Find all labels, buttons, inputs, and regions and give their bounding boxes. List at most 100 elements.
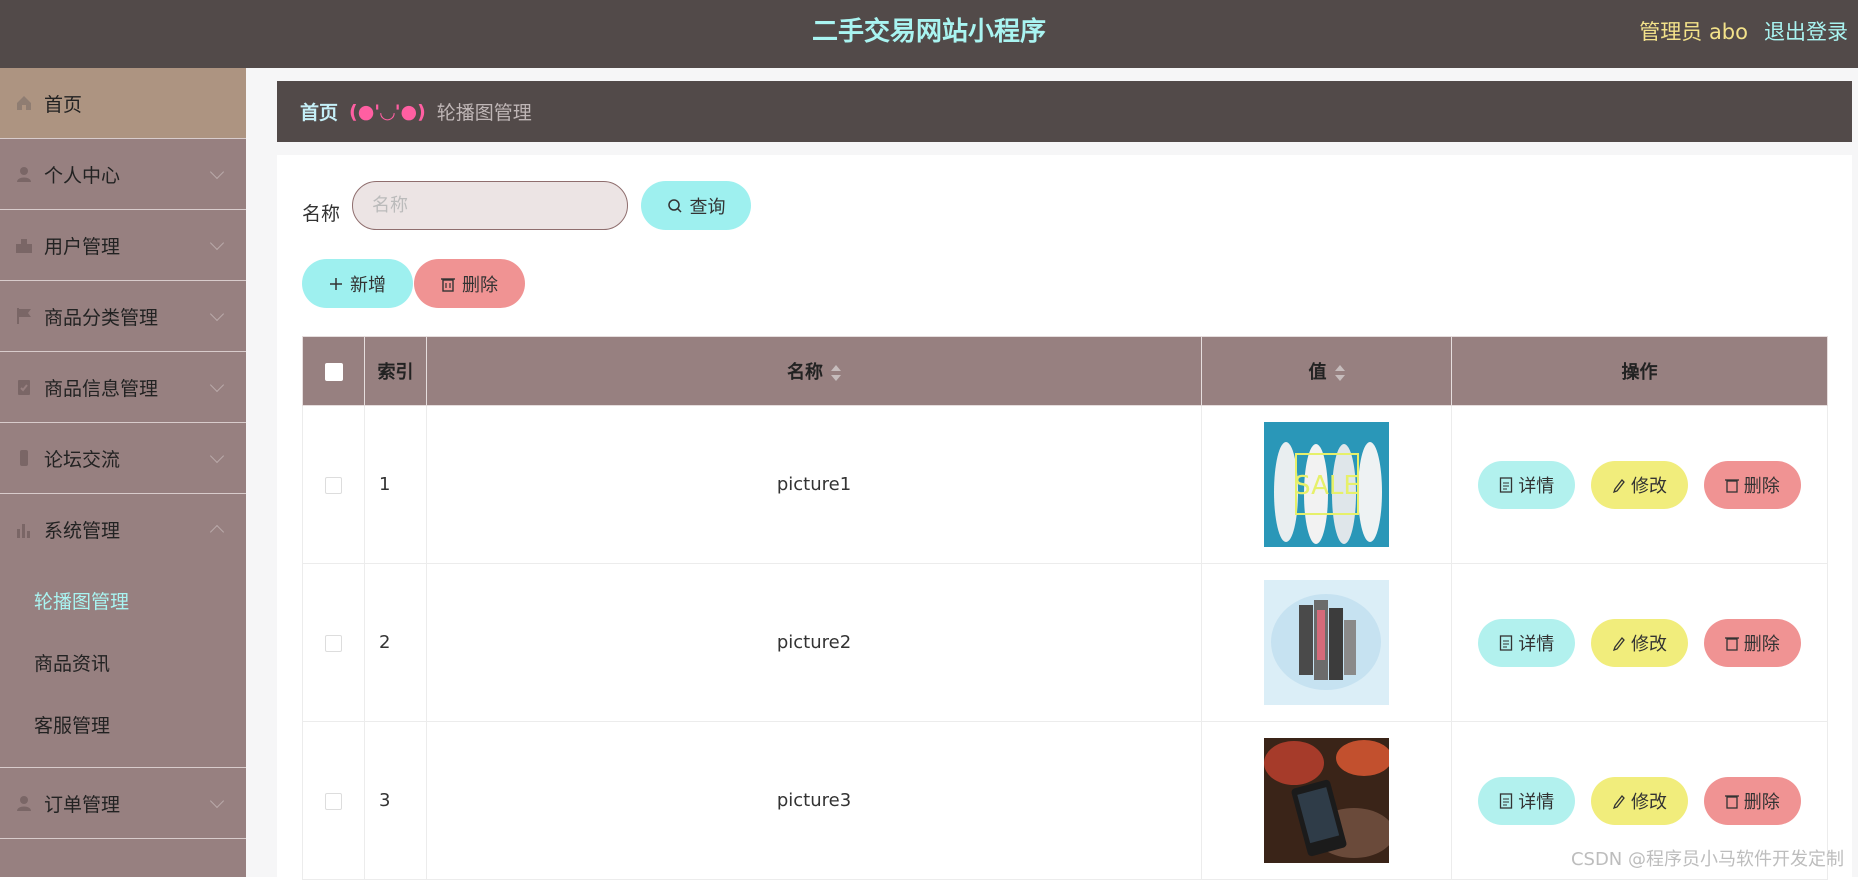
chevron-down-icon xyxy=(209,448,225,464)
sidebar: 首页 个人中心 用户管理 商品分类管理 商品信息管理 论坛交流 系统管理 轮播图… xyxy=(0,68,246,877)
sidebar-item-label: 首页 xyxy=(44,93,83,116)
delete-label: 删除 xyxy=(1743,791,1780,813)
edit-icon xyxy=(1612,793,1626,809)
user-icon xyxy=(14,164,34,184)
sidebar-item-label: 系统管理 xyxy=(44,520,121,542)
add-button-label: 新增 xyxy=(350,274,386,296)
document-icon xyxy=(1499,476,1513,493)
sidebar-item-label: 订单管理 xyxy=(44,793,121,816)
trash-icon xyxy=(1724,793,1739,809)
trash-icon xyxy=(1724,635,1739,651)
breadcrumb-home[interactable]: 首页 xyxy=(300,98,338,125)
sidebar-item-profile[interactable]: 个人中心 xyxy=(0,139,246,210)
sidebar-item-system[interactable]: 系统管理 xyxy=(0,494,246,565)
sidebar-item-category[interactable]: 商品分类管理 xyxy=(0,281,246,352)
sidebar-item-label: 用户管理 xyxy=(44,235,121,258)
edit-icon xyxy=(1612,635,1626,651)
detail-button[interactable]: 详情 xyxy=(1478,776,1576,825)
sidebar-item-label: 论坛交流 xyxy=(44,448,121,471)
breadcrumb: 首页 (●'◡'●) 轮播图管理 xyxy=(277,81,1852,142)
delete-label: 删除 xyxy=(1743,475,1780,497)
select-all-checkbox[interactable] xyxy=(324,362,343,381)
search-icon xyxy=(667,198,683,214)
watermark: CSDN @程序员小马软件开发定制 xyxy=(1570,849,1844,870)
row-index: 3 xyxy=(364,721,427,880)
detail-label: 详情 xyxy=(1518,475,1555,497)
delete-button[interactable]: 删除 xyxy=(1703,776,1801,825)
svg-text:SALE: SALE xyxy=(1294,471,1360,501)
sort-icon[interactable] xyxy=(831,365,841,381)
phone-icon xyxy=(14,448,34,468)
edit-icon xyxy=(1612,477,1626,493)
row-checkbox-cell xyxy=(302,405,365,564)
row-checkbox[interactable] xyxy=(325,634,342,652)
query-button[interactable]: 查询 xyxy=(641,181,751,230)
document-icon xyxy=(1499,792,1513,809)
query-button-label: 查询 xyxy=(689,196,726,218)
phone-photo-image[interactable] xyxy=(1264,738,1389,863)
sidebar-subitem-service[interactable]: 客服管理 xyxy=(0,695,246,757)
table-header-row: 索引 名称 值 操作 xyxy=(302,336,1828,406)
row-name: picture3 xyxy=(426,721,1202,880)
breadcrumb-separator: (●'◡'●) xyxy=(349,100,426,123)
header-index: 索引 xyxy=(364,336,427,406)
sidebar-item-forum[interactable]: 论坛交流 xyxy=(0,423,246,494)
edit-label: 修改 xyxy=(1631,633,1667,655)
sidebar-item-label: 商品信息管理 xyxy=(44,377,159,400)
sidebar-item-label: 商品分类管理 xyxy=(44,306,159,329)
app-title: 二手交易网站小程序 xyxy=(811,17,1046,47)
header-ops: 操作 xyxy=(1451,336,1828,406)
row-name: picture2 xyxy=(426,563,1202,722)
detail-button[interactable]: 详情 xyxy=(1478,460,1576,509)
batch-delete-button[interactable]: 删除 xyxy=(414,259,525,308)
chevron-down-icon xyxy=(209,306,225,322)
sidebar-item-goods[interactable]: 商品信息管理 xyxy=(0,352,246,423)
trash-icon xyxy=(441,276,455,292)
row-ops-cell: 详情 修改 删除 xyxy=(1451,405,1828,564)
sidebar-subitem-news[interactable]: 商品资讯 xyxy=(0,633,246,695)
sidebar-item-home[interactable]: 首页 xyxy=(0,68,246,139)
phones-banner-image[interactable] xyxy=(1264,580,1389,705)
plus-icon xyxy=(329,277,343,291)
add-button[interactable]: 新增 xyxy=(302,259,413,308)
search-input[interactable]: 名称 xyxy=(352,181,628,230)
row-ops-cell: 详情 修改 删除 xyxy=(1451,563,1828,722)
data-table: 索引 名称 值 操作 1 picture1 SALE 详情 修改 删除 2 pi… xyxy=(302,336,1828,880)
home-icon xyxy=(14,93,34,113)
delete-button[interactable]: 删除 xyxy=(1703,618,1801,667)
document-icon xyxy=(1499,634,1513,651)
chevron-down-icon xyxy=(209,793,225,809)
detail-button[interactable]: 详情 xyxy=(1478,618,1576,667)
chart-icon xyxy=(14,520,34,540)
edit-button[interactable]: 修改 xyxy=(1591,460,1688,509)
chevron-down-icon xyxy=(209,377,225,393)
sale-banner-image[interactable]: SALE xyxy=(1264,422,1389,547)
edit-button[interactable]: 修改 xyxy=(1591,618,1688,667)
row-image-cell xyxy=(1201,721,1452,880)
main-area: 首页 (●'◡'●) 轮播图管理 名称 名称 查询 新增 删除 索引 名称 值 … xyxy=(246,68,1858,880)
row-checkbox[interactable] xyxy=(325,792,342,810)
sidebar-item-label: 个人中心 xyxy=(44,164,121,187)
trash-icon xyxy=(1724,477,1739,493)
logout-link[interactable]: 退出登录 xyxy=(1764,0,1848,64)
delete-button[interactable]: 删除 xyxy=(1703,460,1801,509)
header-name[interactable]: 名称 xyxy=(426,336,1202,406)
content-panel: 名称 名称 查询 新增 删除 索引 名称 值 操作 1 picture1 SAL… xyxy=(277,155,1852,880)
users-icon xyxy=(14,235,34,255)
sidebar-item-users[interactable]: 用户管理 xyxy=(0,210,246,281)
sidebar-item-orders[interactable]: 订单管理 xyxy=(0,768,246,839)
chevron-down-icon xyxy=(209,164,225,180)
row-image-cell: SALE xyxy=(1201,405,1452,564)
row-checkbox-cell xyxy=(302,721,365,880)
row-checkbox[interactable] xyxy=(325,476,342,494)
edit-button[interactable]: 修改 xyxy=(1591,776,1688,825)
header-value[interactable]: 值 xyxy=(1201,336,1452,406)
clipboard-icon xyxy=(14,377,34,397)
sidebar-subitem-carousel[interactable]: 轮播图管理 xyxy=(0,571,246,633)
sort-icon[interactable] xyxy=(1334,365,1345,381)
select-all-cell xyxy=(302,336,365,406)
breadcrumb-current: 轮播图管理 xyxy=(436,102,532,124)
table-row: 1 picture1 SALE 详情 修改 删除 xyxy=(302,405,1828,564)
row-index: 2 xyxy=(364,563,427,722)
edit-label: 修改 xyxy=(1631,791,1667,813)
